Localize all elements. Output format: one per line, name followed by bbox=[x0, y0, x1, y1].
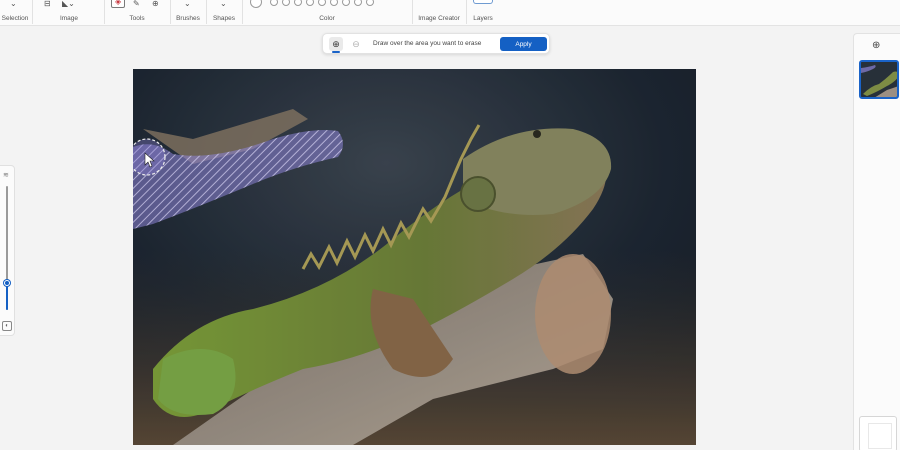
brush-size-panel: ≋ ◐ bbox=[0, 165, 15, 336]
flip-icon[interactable]: ◣⌄ bbox=[62, 0, 75, 8]
image-creator-group[interactable]: Image Creator bbox=[414, 0, 464, 26]
shapes-dropdown-icon[interactable]: ⌄ bbox=[220, 0, 227, 8]
ribbon-divider bbox=[242, 0, 243, 24]
brush-size-thumb[interactable] bbox=[4, 280, 10, 286]
layer-thumbnail-photo[interactable] bbox=[859, 60, 899, 99]
ribbon-divider bbox=[32, 0, 33, 24]
layer-thumbnail-background[interactable] bbox=[859, 416, 897, 450]
brushes-group[interactable]: ⌄ Brushes bbox=[172, 0, 204, 26]
crop-icon[interactable]: ⊟ bbox=[44, 0, 51, 8]
eraser-tool-button[interactable]: ◈ bbox=[111, 0, 125, 8]
ribbon-divider bbox=[170, 0, 171, 24]
soft-edge-toggle-icon[interactable]: ◐ bbox=[2, 321, 12, 331]
iguana-photo[interactable] bbox=[133, 69, 696, 445]
eraser-icon: ◈ bbox=[115, 0, 122, 6]
brush-size-fill bbox=[6, 283, 8, 310]
group-label-image-creator: Image Creator bbox=[418, 15, 460, 22]
pencil-icon[interactable]: ✎ bbox=[133, 0, 140, 8]
group-label-color: Color bbox=[319, 15, 335, 22]
layer-thumbnail-image bbox=[861, 62, 897, 97]
group-label-selection: Selection bbox=[1, 15, 29, 22]
ribbon-divider bbox=[104, 0, 105, 24]
group-label-layers: Layers bbox=[473, 15, 493, 22]
plus-circle-icon: ⊕ bbox=[332, 38, 340, 49]
ribbon-divider bbox=[206, 0, 207, 24]
layers-toggle-button[interactable] bbox=[473, 0, 493, 4]
image-group[interactable]: ⊟ ◣⌄ Image bbox=[38, 0, 100, 26]
canvas-image[interactable] bbox=[133, 69, 696, 445]
zoom-icon[interactable]: ⊕ bbox=[152, 0, 159, 8]
ribbon-divider bbox=[466, 0, 467, 24]
remove-area-button[interactable]: ⊖ bbox=[349, 37, 363, 51]
ribbon-toolbar: ⌄ Selection ⊟ ◣⌄ Image Tools ◈ ✎ ⊕ ⌄ Bru… bbox=[0, 0, 900, 26]
group-label-shapes: Shapes bbox=[212, 15, 236, 22]
erase-toolbar: ⊕ ⊖ Draw over the area you want to erase… bbox=[322, 33, 550, 54]
group-label-image: Image bbox=[59, 15, 79, 22]
brush-size-icon: ≋ bbox=[3, 172, 9, 179]
add-layer-button[interactable]: ⊕ bbox=[872, 40, 880, 51]
selection-icon[interactable]: ⌄ bbox=[10, 0, 17, 8]
add-area-button[interactable]: ⊕ bbox=[329, 37, 343, 53]
group-label-brushes: Brushes bbox=[176, 15, 200, 22]
minus-circle-icon: ⊖ bbox=[352, 38, 360, 49]
layers-panel: ⊕ bbox=[853, 33, 900, 450]
shapes-group[interactable]: ⌄ Shapes bbox=[208, 0, 240, 26]
group-label-tools: Tools bbox=[129, 15, 145, 22]
ribbon-divider bbox=[412, 0, 413, 24]
erase-instruction: Draw over the area you want to erase bbox=[373, 40, 482, 47]
brush-dropdown-icon[interactable]: ⌄ bbox=[184, 0, 191, 8]
color-group: Color bbox=[244, 0, 410, 26]
selection-group[interactable]: ⌄ Selection bbox=[0, 0, 30, 26]
apply-button[interactable]: Apply bbox=[500, 37, 547, 51]
photo-vignette bbox=[133, 69, 696, 445]
plus-circle-icon: ⊕ bbox=[872, 40, 881, 51]
